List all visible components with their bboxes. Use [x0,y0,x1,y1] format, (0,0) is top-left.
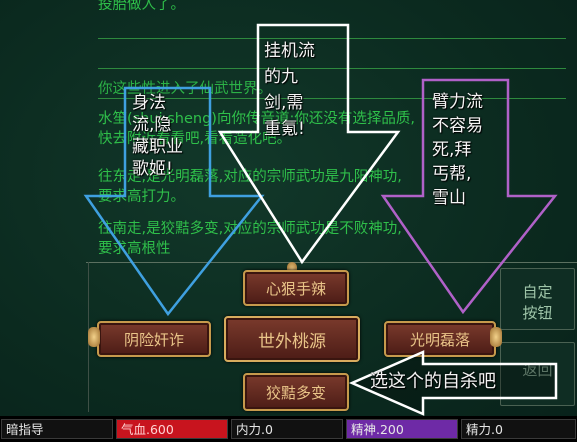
hint-stat[interactable]: 暗指导 [1,419,113,439]
bottom-annotation: 选这个的自杀吧 [370,371,496,392]
white-annotation: 挂机流 的九 剑,需 重氪! [264,41,315,139]
blue-annotation: 身法 流,隐 藏职业 歌姬! [132,93,183,179]
purple-annotation: 臂力流 不容易 死,拜 丐帮, 雪山 [432,92,483,208]
jingshen-stat: 精神.200 [346,419,458,439]
neili-stat: 内力.0 [231,419,343,439]
jingli-stat: 精力.0 [461,419,576,439]
game-screen: 投胎做人了。 你这些性进入了仙武世界。 水笙(shui sheng)向你传音道:… [0,0,577,442]
hp-stat: 气血.600 [116,419,228,439]
